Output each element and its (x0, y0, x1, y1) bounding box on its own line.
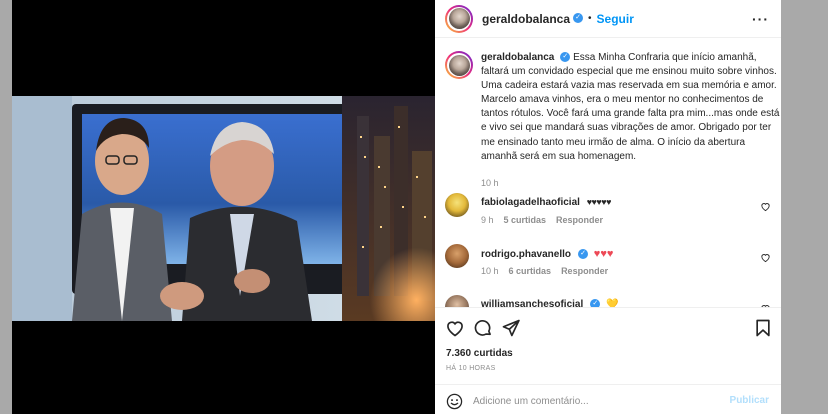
likes-count[interactable]: 7.360 curtidas (446, 348, 513, 359)
comments-list[interactable]: geraldobalanca ✓ Essa Minha Confraria que… (435, 39, 781, 307)
verified-badge-icon: ✓ (590, 299, 601, 307)
more-options-icon[interactable]: ··· (752, 11, 769, 27)
overlay-backdrop-right (781, 0, 828, 414)
comment-username[interactable]: fabiolagadelhaoficial (481, 197, 580, 208)
comment-likes[interactable]: 5 curtidas (504, 215, 547, 225)
add-comment-bar: Publicar (435, 384, 781, 414)
comment-text-row: rodrigo.phavanello ✓ ♥♥♥ (481, 248, 613, 260)
post-actions-bar: 7.360 curtidas HÁ 10 HORAS (435, 307, 781, 392)
comment-body: ♥♥♥ (593, 248, 614, 260)
comment-like-heart-icon[interactable] (760, 201, 771, 212)
caption-text-block: geraldobalanca ✓ Essa Minha Confraria que… (481, 51, 781, 164)
reply-button[interactable]: Responder (556, 215, 603, 225)
comment-body: ♥♥♥♥♥ (586, 197, 612, 207)
commenter-avatar[interactable] (445, 295, 469, 307)
comment-time: 9 h (481, 215, 494, 225)
comment-username[interactable]: rodrigo.phavanello (481, 249, 571, 260)
comment-time: 10 h (481, 266, 499, 276)
commenter-avatar[interactable] (445, 193, 469, 217)
author-name-wrap: geraldobalanca ✓ (482, 10, 584, 28)
emoji-icon[interactable] (446, 393, 463, 410)
bookmark-icon[interactable] (753, 318, 773, 338)
heart-icon[interactable] (445, 318, 465, 338)
caption-timestamp: 10 h (481, 178, 499, 188)
separator-dot: • (588, 13, 592, 24)
post-photo[interactable] (12, 96, 435, 321)
reply-button[interactable]: Responder (561, 266, 608, 276)
share-icon[interactable] (501, 318, 521, 338)
follow-button[interactable]: Seguir (597, 12, 634, 26)
commenter-avatar[interactable] (445, 244, 469, 268)
publish-button[interactable]: Publicar (730, 395, 769, 406)
author-username[interactable]: geraldobalanca (482, 12, 570, 26)
post-media-pane (12, 0, 435, 414)
post-header: geraldobalanca ✓ • Seguir ··· (435, 0, 781, 38)
caption-body: Essa Minha Confraria que início amanhã, … (481, 52, 780, 162)
author-avatar[interactable] (445, 4, 473, 33)
comment-input[interactable] (473, 392, 723, 410)
comment-meta: 10 h 6 curtidas Responder (481, 266, 618, 276)
comment-like-heart-icon[interactable] (760, 252, 771, 263)
verified-badge-icon: ✓ (578, 249, 589, 260)
caption-avatar[interactable] (445, 51, 473, 79)
post-timestamp: HÁ 10 HORAS (446, 365, 496, 372)
comment-likes[interactable]: 6 curtidas (509, 266, 552, 276)
photo-illustration (12, 96, 435, 321)
comment-meta: 9 h 5 curtidas Responder (481, 215, 613, 225)
comment-username[interactable]: williamsanchesoficial (481, 299, 583, 307)
comment-body: 💛 (606, 299, 619, 307)
caption-username[interactable]: geraldobalanca (481, 52, 554, 63)
comment-icon[interactable] (473, 318, 493, 338)
verified-badge-icon: ✓ (573, 13, 584, 24)
verified-badge-icon: ✓ (560, 52, 571, 63)
comment-text-row: williamsanchesoficial ✓ 💛 (481, 299, 619, 307)
comment-text-row: fabiolagadelhaoficial ♥♥♥♥♥ (481, 197, 611, 208)
post-detail-panel: geraldobalanca ✓ • Seguir ··· geraldobala… (435, 0, 781, 414)
